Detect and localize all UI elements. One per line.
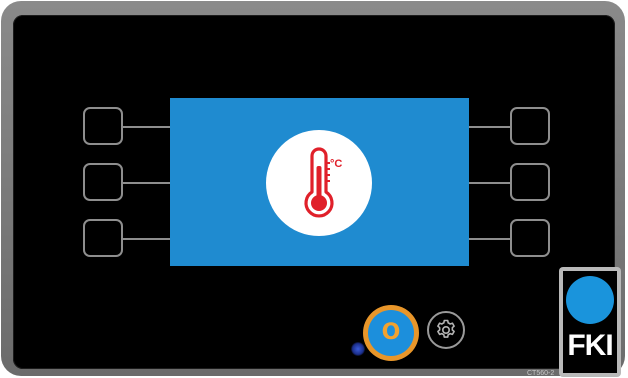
soft-key-right-3[interactable]	[510, 219, 550, 257]
start-button-label: O	[381, 320, 401, 345]
soft-key-left-2[interactable]	[83, 163, 123, 201]
brand-logo-dot	[566, 276, 614, 324]
status-led	[351, 342, 365, 356]
control-panel-device: °C O FKI CT560-2	[1, 1, 625, 377]
gear-icon	[437, 319, 455, 338]
brand-logo-inner: FKI	[563, 271, 617, 373]
model-code: CT560-2	[527, 370, 555, 377]
display-screen: °C	[170, 98, 469, 266]
soft-key-left-2-connector	[123, 182, 170, 184]
soft-key-left-3[interactable]	[83, 219, 123, 257]
thermometer-icon: °C	[304, 147, 342, 218]
soft-key-left-1[interactable]	[83, 107, 123, 145]
soft-key-right-2-connector	[469, 182, 511, 184]
start-button-face: O	[368, 310, 414, 356]
soft-key-right-3-connector	[469, 238, 511, 240]
brand-logo-text: FKI	[567, 329, 613, 362]
temperature-indicator: °C	[266, 130, 372, 236]
brand-logo: FKI	[559, 267, 621, 377]
control-panel-face: °C O	[13, 15, 615, 369]
soft-key-right-1-connector	[469, 126, 511, 128]
soft-key-right-2[interactable]	[510, 163, 550, 201]
start-button[interactable]: O	[363, 305, 419, 361]
temperature-unit-label: °C	[330, 158, 342, 170]
soft-key-left-1-connector	[123, 126, 170, 128]
soft-key-right-1[interactable]	[510, 107, 550, 145]
settings-button[interactable]	[427, 311, 465, 349]
soft-key-left-3-connector	[123, 238, 170, 240]
